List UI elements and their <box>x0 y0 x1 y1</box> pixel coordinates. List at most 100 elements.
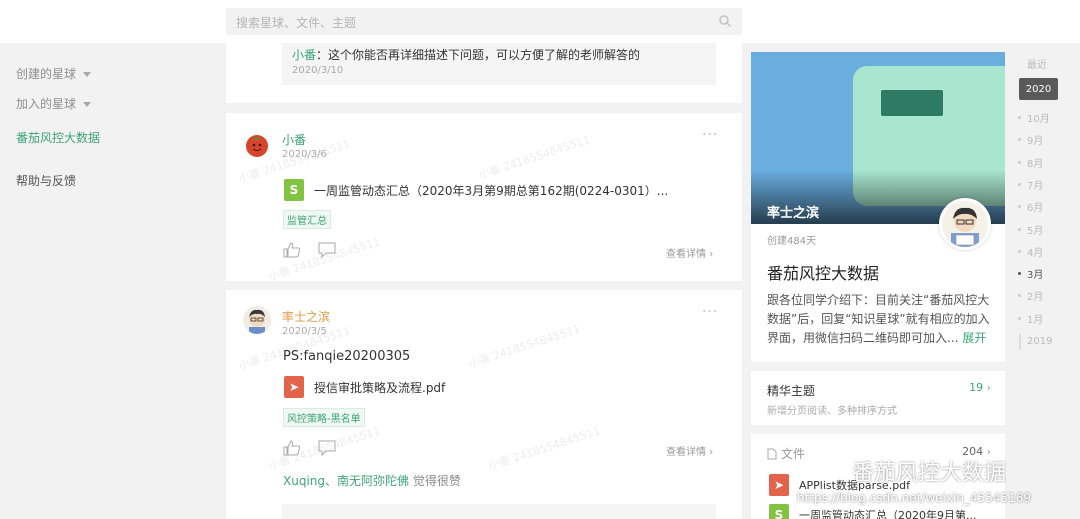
timeline-dot <box>1018 249 1021 253</box>
more-icon[interactable]: ··· <box>702 304 718 320</box>
avatar[interactable] <box>243 306 271 334</box>
planet-info-card: 率士之滨 创建484天 番茄风控大数据 跟各位同学介绍下：目前关注“番茄风控大数… <box>751 52 1005 362</box>
file-name: 一周监管动态汇总（2020年3月第9期总第162期(0224-0301）... <box>314 183 669 198</box>
planet-intro-text: 跟各位同学介绍下：目前关注“番茄风控大数据”后，回复“知识星球”就有相应的加入界… <box>767 293 990 345</box>
timeline-month[interactable]: 2月 <box>1027 288 1043 303</box>
view-details-label: 查看详情 <box>666 447 706 458</box>
timeline-month[interactable]: 4月 <box>1027 244 1043 259</box>
topic-tag[interactable]: 风控策略-黑名单 <box>283 408 365 427</box>
timeline-month[interactable]: 10月 <box>1027 110 1050 125</box>
timeline-year-current[interactable]: 2020 <box>1019 78 1058 100</box>
spreadsheet-file-icon: S <box>284 179 304 201</box>
topic-tag[interactable]: 监管汇总 <box>283 210 331 229</box>
essence-count: 19 › <box>969 381 991 394</box>
comment-user[interactable]: 小番 <box>292 48 316 62</box>
wechat-icon <box>817 461 843 481</box>
timeline-dot <box>1018 205 1021 209</box>
post-date: 2020/3/5 <box>282 326 327 337</box>
nav-created-planets[interactable]: 创建的星球 <box>16 65 92 82</box>
nav-created-label: 创建的星球 <box>16 67 77 81</box>
file-attachment[interactable]: S 一周监管动态汇总（2020年3月第9期总第162期(0224-0301）..… <box>284 179 668 201</box>
timeline-month[interactable]: 7月 <box>1027 177 1043 192</box>
timeline-month[interactable]: 1月 <box>1027 311 1043 326</box>
search-box[interactable]: 搜索星球、文件、主题 <box>226 8 742 35</box>
file-list-item[interactable]: S 一周监管动态汇总（2020年9月第... <box>769 504 976 519</box>
comment-text: 小番：这个你能否再详细描述下问题，可以方便了解的老师解答的 <box>292 46 640 63</box>
more-icon[interactable]: ··· <box>702 127 718 143</box>
comment-box: 小番：这个你能否再详细描述下问题，可以方便了解的老师解答的 2020/3/10 <box>282 43 716 85</box>
nav-help[interactable]: 帮助与反馈 <box>16 172 76 189</box>
left-sidebar: 创建的星球 加入的星球 番茄风控大数据 帮助与反馈 <box>0 43 210 519</box>
files-title: 文件 <box>781 447 806 461</box>
essence-subtitle: 新增分页阅读、多种排序方式 <box>767 406 897 417</box>
files-header[interactable]: 文件 <box>767 445 805 462</box>
owner-avatar[interactable] <box>939 198 991 250</box>
post-card-previous: 小番：这个你能否再详细描述下问题，可以方便了解的老师解答的 2020/3/10 <box>226 43 742 103</box>
cartoon-avatar-icon <box>942 201 988 247</box>
timeline-month[interactable]: 5月 <box>1027 222 1043 237</box>
planet-intro: 跟各位同学介绍下：目前关注“番茄风控大数据”后，回复“知识星球”就有相应的加入界… <box>767 291 993 348</box>
view-details-label: 查看详情 <box>666 249 706 260</box>
post-card: 小番 2418554845511 小番 2418554845511 小番 241… <box>226 113 742 284</box>
essence-title: 精华主题 <box>767 384 816 398</box>
view-details-link[interactable]: 查看详情 › <box>666 245 713 260</box>
comment-icon[interactable] <box>318 440 336 456</box>
comment-input-area[interactable] <box>282 504 716 519</box>
search-icon[interactable] <box>718 14 732 28</box>
post-author[interactable]: 率士之滨 <box>282 308 330 325</box>
spreadsheet-file-icon: S <box>769 504 789 519</box>
timeline-dot <box>1018 138 1021 142</box>
comment-icon[interactable] <box>318 242 336 258</box>
chevron-right-icon: › <box>709 249 714 260</box>
planet-title: 番茄风控大数据 <box>767 264 880 283</box>
essence-topics-card[interactable]: 精华主题 19 › 新增分页阅读、多种排序方式 <box>751 371 1005 425</box>
nav-active-planet[interactable]: 番茄风控大数据 <box>16 129 100 146</box>
watermark-text: 小番 2418554845511 <box>476 133 592 182</box>
timeline-month[interactable]: 8月 <box>1027 155 1043 170</box>
timeline-month[interactable]: 9月 <box>1027 132 1043 147</box>
chevron-down-icon <box>83 102 92 107</box>
likers-line: Xuqing、南无阿弥陀佛 觉得很赞 <box>283 472 461 489</box>
post-author[interactable]: 小番 <box>282 131 306 148</box>
search-input[interactable]: 搜索星球、文件、主题 <box>236 14 356 31</box>
like-icon[interactable] <box>283 440 301 456</box>
timeline-divider <box>1019 334 1021 350</box>
top-bar: 搜索星球、文件、主题 <box>0 0 1080 43</box>
timeline-dot <box>1018 316 1021 320</box>
pdf-file-icon: ➤ <box>284 376 304 398</box>
timeline-dot <box>1018 272 1021 276</box>
cover-shape <box>881 90 943 116</box>
likers-suffix: 觉得很赞 <box>409 474 461 488</box>
expand-link[interactable]: 展开 <box>962 331 986 345</box>
comment-date: 2020/3/10 <box>292 65 344 76</box>
timeline-month[interactable]: 6月 <box>1027 199 1043 214</box>
cartoon-avatar-icon <box>249 309 265 334</box>
file-attachment[interactable]: ➤ 授信审批策略及流程.pdf <box>284 376 445 398</box>
like-icon[interactable] <box>283 242 301 258</box>
timeline-dot <box>1018 227 1021 231</box>
comment-body: ：这个你能否再详细描述下问题，可以方便了解的老师解答的 <box>316 48 641 62</box>
timeline-month[interactable]: 3月 <box>1027 266 1043 281</box>
timeline-dot <box>1018 294 1021 298</box>
nav-joined-label: 加入的星球 <box>16 97 77 111</box>
timeline-nav: 最近 2020 10月 9月 8月 7月 6月 5月 4月 3月 2月 1月 2019 <box>1018 52 1080 519</box>
chevron-right-icon: › <box>986 381 991 394</box>
planet-owner[interactable]: 率士之滨 <box>767 202 819 221</box>
watermark-url: https://blog.csdn.net/weixin_45545169 <box>797 491 1032 505</box>
post-date: 2020/3/6 <box>282 149 327 160</box>
timeline-dot <box>1018 116 1021 119</box>
chevron-right-icon: › <box>709 447 714 458</box>
created-days: 创建484天 <box>767 236 817 247</box>
view-details-link[interactable]: 查看详情 › <box>666 443 713 458</box>
likers-names[interactable]: Xuqing、南无阿弥陀佛 <box>283 474 409 488</box>
timeline-latest[interactable]: 最近 <box>1027 56 1047 71</box>
file-name: 授信审批策略及流程.pdf <box>314 380 446 395</box>
post-body: PS:fanqie20200305 <box>283 349 411 364</box>
essence-count-value: 19 <box>969 381 984 394</box>
chevron-down-icon <box>83 72 92 77</box>
timeline-year-prev[interactable]: 2019 <box>1027 336 1052 347</box>
file-name: 一周监管动态汇总（2020年9月第... <box>799 509 977 519</box>
avatar[interactable] <box>243 130 271 158</box>
watermark-brand: 番茄风控大数据 <box>852 460 1007 485</box>
nav-joined-planets[interactable]: 加入的星球 <box>16 95 92 112</box>
